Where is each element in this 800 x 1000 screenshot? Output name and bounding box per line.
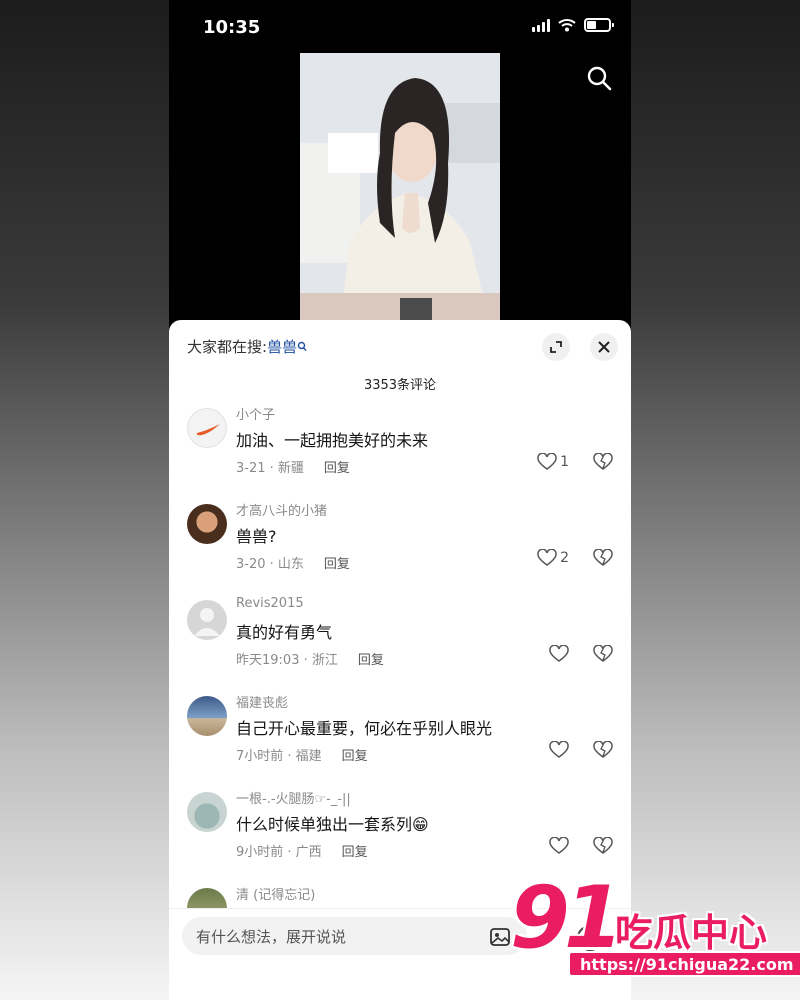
heart-icon xyxy=(549,741,569,758)
comment-time-location: 昨天19:03 · 浙江 xyxy=(236,653,338,668)
wifi-icon xyxy=(558,19,576,32)
comment-time-location: 3-20 · 山东 xyxy=(236,557,304,572)
comment-text: 自己开心最重要，何必在乎别人眼光 xyxy=(236,719,493,738)
comment-item: 福建丧彪 自己开心最重要，何必在乎别人眼光 7小时前 · 福建 回复 xyxy=(169,686,631,782)
reply-button[interactable]: 回复 xyxy=(358,649,384,668)
status-icons xyxy=(532,18,614,32)
comment-time-location: 9小时前 · 广西 xyxy=(236,845,322,860)
broken-heart-icon[interactable] xyxy=(593,453,613,471)
reply-button[interactable]: 回复 xyxy=(342,745,368,764)
like-count: 2 xyxy=(560,550,569,566)
comment-username[interactable]: 小个子 xyxy=(236,404,275,423)
expand-icon xyxy=(550,341,562,353)
heart-icon xyxy=(549,837,569,854)
avatar[interactable] xyxy=(187,600,227,640)
heart-icon xyxy=(549,645,569,662)
broken-heart-icon[interactable] xyxy=(593,645,613,663)
reply-button[interactable]: 回复 xyxy=(324,553,350,572)
hot-search-prefix: 大家都在搜: xyxy=(187,338,268,356)
heart-icon xyxy=(537,453,557,470)
comment-item: 小个子 加油、一起拥抱美好的未来 3-21 · 新疆 回复 1 xyxy=(169,398,631,494)
comment-text: 兽兽? xyxy=(236,527,277,546)
comment-text: 什么时候单独出一套系列😁 xyxy=(236,815,429,834)
comment-item: Revis2015 真的好有勇气 昨天19:03 · 浙江 回复 xyxy=(169,590,631,686)
comment-text: 真的好有勇气 xyxy=(236,623,333,642)
heart-icon xyxy=(537,549,557,566)
comment-item: 一根-.-火腿肠☞-_-|| 什么时候单独出一套系列😁 9小时前 · 广西 回复 xyxy=(169,782,631,878)
comment-item: 才高八斗的小猪 兽兽? 3-20 · 山东 回复 2 xyxy=(169,494,631,590)
close-icon xyxy=(598,341,610,353)
like-count: 1 xyxy=(560,454,569,470)
avatar[interactable] xyxy=(187,888,227,908)
avatar[interactable] xyxy=(187,696,227,736)
close-button[interactable] xyxy=(590,333,618,361)
search-icon[interactable] xyxy=(585,64,613,92)
watermark-url: https://91chigua22.com xyxy=(568,951,800,977)
video-frame-image xyxy=(300,53,500,323)
comment-meta: 9小时前 · 广西 回复 xyxy=(236,841,368,860)
comment-meta: 3-20 · 山东 回复 xyxy=(236,553,350,572)
hot-search-bar: 大家都在搜: 兽兽 xyxy=(187,336,307,357)
expand-button[interactable] xyxy=(542,333,570,361)
phone-screen: 10:35 大家都在搜: 兽兽 3353条评论 小个子 加油、一起拥抱美好的未来… xyxy=(169,0,631,1000)
comment-input[interactable]: 有什么想法，展开说说 xyxy=(182,917,527,955)
watermark-site-name: 吃瓜中心 xyxy=(615,911,768,955)
comment-username[interactable]: 一根-.-火腿肠☞-_-|| xyxy=(236,788,351,807)
like-button[interactable]: 2 xyxy=(537,549,569,567)
battery-icon xyxy=(584,18,614,32)
like-button[interactable] xyxy=(549,741,569,759)
comment-time-location: 7小时前 · 福建 xyxy=(236,749,322,764)
status-bar: 10:35 xyxy=(169,0,631,54)
hot-search-term: 兽兽 xyxy=(267,338,298,356)
reply-button[interactable]: 回复 xyxy=(342,841,368,860)
like-button[interactable] xyxy=(549,837,569,855)
comment-meta: 3-21 · 新疆 回复 xyxy=(236,457,350,476)
signal-icon xyxy=(532,18,550,32)
comment-time-location: 3-21 · 新疆 xyxy=(236,461,304,476)
comment-username[interactable]: 才高八斗的小猪 xyxy=(236,500,327,519)
like-button[interactable]: 1 xyxy=(537,453,569,471)
search-small-icon xyxy=(297,341,307,351)
image-icon[interactable] xyxy=(489,926,511,948)
comment-username[interactable]: 清 (记得忘记) xyxy=(236,884,315,903)
comment-text: 加油、一起拥抱美好的未来 xyxy=(236,431,429,450)
avatar[interactable] xyxy=(187,408,227,448)
broken-heart-icon[interactable] xyxy=(593,837,613,855)
comment-username[interactable]: Revis2015 xyxy=(236,596,304,611)
comment-username[interactable]: 福建丧彪 xyxy=(236,692,288,711)
site-watermark: 91 吃瓜中心 https://91chigua22.com xyxy=(510,868,800,984)
like-button[interactable] xyxy=(549,645,569,663)
video-thumbnail[interactable] xyxy=(300,53,500,323)
reply-button[interactable]: 回复 xyxy=(324,457,350,476)
broken-heart-icon[interactable] xyxy=(593,741,613,759)
broken-heart-icon[interactable] xyxy=(593,549,613,567)
avatar[interactable] xyxy=(187,792,227,832)
comment-meta: 昨天19:03 · 浙江 回复 xyxy=(236,649,384,668)
avatar[interactable] xyxy=(187,504,227,544)
comment-count: 3353条评论 xyxy=(363,378,437,393)
hot-search-term-link[interactable]: 兽兽 xyxy=(267,336,307,357)
comment-meta: 7小时前 · 福建 回复 xyxy=(236,745,368,764)
status-time: 10:35 xyxy=(203,17,261,38)
